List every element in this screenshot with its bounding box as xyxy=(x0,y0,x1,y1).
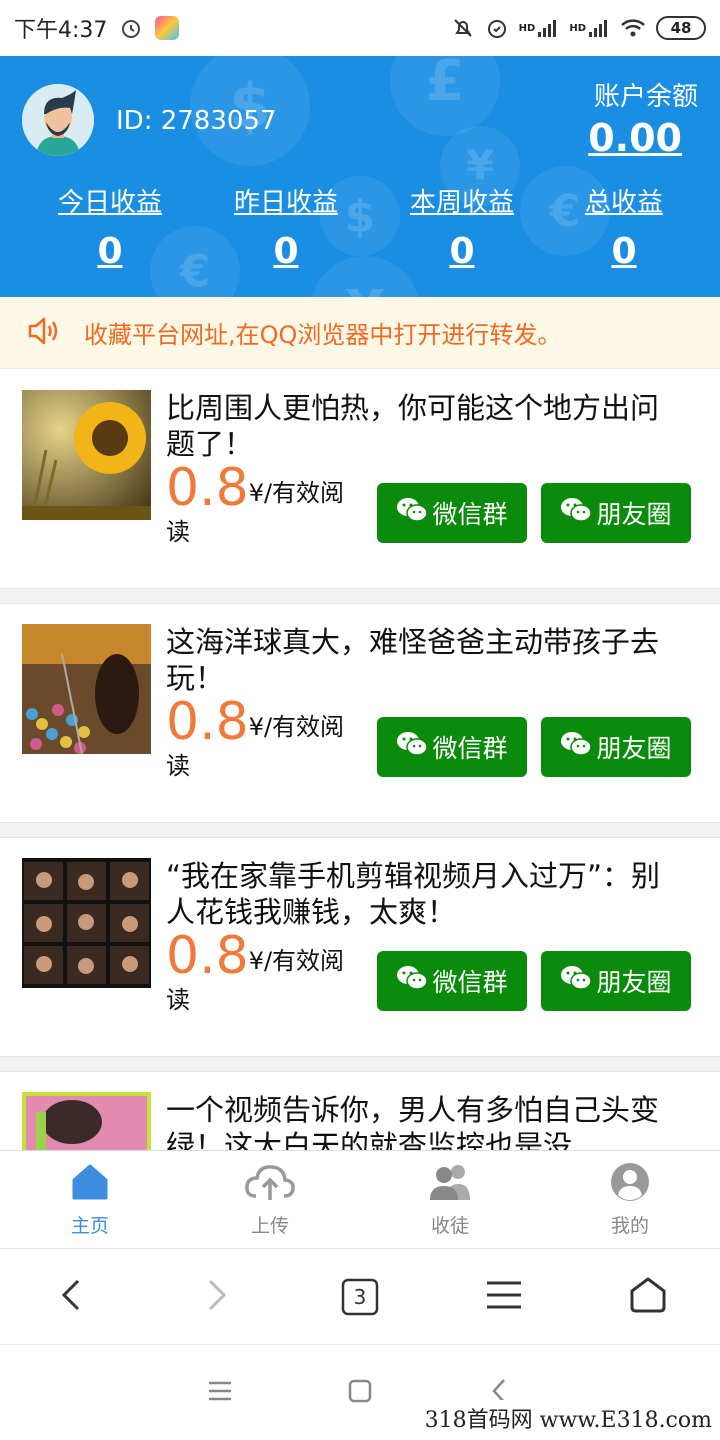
share-moments-button[interactable]: 朋友圈 xyxy=(541,951,691,1011)
share-wechat-group-button[interactable]: 微信群 xyxy=(377,483,527,543)
article-title[interactable]: 这海洋球真大，难怪爸爸主动带孩子去玩！ xyxy=(166,624,686,696)
tab-label: 主页 xyxy=(70,1214,109,1237)
stat-value: 0 xyxy=(449,231,475,272)
wechat-icon xyxy=(396,496,429,530)
tab-label: 收徒 xyxy=(430,1214,469,1237)
share-wechat-group-button[interactable]: 微信群 xyxy=(377,951,527,1011)
balance-value[interactable]: 0.00 xyxy=(588,116,682,160)
share-moments-button[interactable]: 朋友圈 xyxy=(541,717,691,777)
stat-value: 0 xyxy=(97,231,123,272)
bottom-tab-bar: 主页 上传 收徒 我的 xyxy=(0,1150,720,1248)
article-thumbnail[interactable] xyxy=(22,624,151,754)
wechat-icon xyxy=(396,730,429,764)
user-id: ID: 2783057 xyxy=(116,106,277,136)
button-label: 朋友圈 xyxy=(596,500,672,529)
account-header: $ £ ¥ € € $ ¥ ID: 2783057 账户余额 0.00 今日收益… xyxy=(0,56,720,297)
recents-icon[interactable] xyxy=(205,1376,235,1410)
home-icon xyxy=(70,1162,110,1207)
tab-home[interactable]: 主页 xyxy=(0,1151,180,1248)
tabs-count: 3 xyxy=(353,1284,367,1309)
balance-label: 账户余额 xyxy=(593,82,698,112)
tab-mine[interactable]: 我的 xyxy=(540,1151,720,1248)
notice-bar: 收藏平台网址,在QQ浏览器中打开进行转发。 xyxy=(0,297,720,369)
tab-apprentice[interactable]: 收徒 xyxy=(360,1151,540,1248)
article-price: 0.8¥/有效阅读 xyxy=(166,696,366,784)
stat-week[interactable]: 本周收益 0 xyxy=(382,182,542,272)
tab-label: 我的 xyxy=(610,1214,649,1237)
home-nav-icon[interactable] xyxy=(345,1376,375,1410)
tab-upload[interactable]: 上传 xyxy=(180,1151,360,1248)
users-icon xyxy=(428,1162,472,1207)
battery-icon: 48 xyxy=(656,16,706,40)
button-label: 微信群 xyxy=(432,500,508,529)
button-label: 微信群 xyxy=(432,968,508,997)
button-label: 朋友圈 xyxy=(596,968,672,997)
app-notification-icon xyxy=(155,16,180,40)
coin-decoration: £ xyxy=(390,56,500,136)
article-title[interactable]: 比周围人更怕热，你可能这个地方出问题了！ xyxy=(166,390,686,462)
wechat-icon xyxy=(560,730,593,764)
share-moments-button[interactable]: 朋友圈 xyxy=(541,483,691,543)
button-label: 微信群 xyxy=(432,734,508,763)
tab-label: 上传 xyxy=(250,1214,289,1237)
article-title[interactable]: “我在家靠手机剪辑视频月入过万”：别人花钱我赚钱，太爽！ xyxy=(166,858,686,930)
article-price: 0.8¥/有效阅读 xyxy=(166,462,366,550)
article-card[interactable]: 比周围人更怕热，你可能这个地方出问题了！ 0.8¥/有效阅读 微信群 朋友圈 xyxy=(0,370,720,588)
article-price: 0.8¥/有效阅读 xyxy=(166,930,366,1018)
stat-yesterday[interactable]: 昨日收益 0 xyxy=(206,182,366,272)
browser-toolbar: 3 xyxy=(0,1248,720,1344)
menu-icon[interactable] xyxy=(484,1275,524,1319)
wechat-icon xyxy=(396,964,429,998)
status-bar: 下午4:37 HD HD 48 xyxy=(0,0,720,56)
wifi-icon xyxy=(620,17,646,39)
divider xyxy=(0,822,720,838)
stat-label: 今日收益 xyxy=(57,188,162,218)
price-value: 0.8 xyxy=(166,458,249,518)
stat-today[interactable]: 今日收益 0 xyxy=(30,182,190,272)
article-card[interactable]: “我在家靠手机剪辑视频月入过万”：别人花钱我赚钱，太爽！ 0.8¥/有效阅读 微… xyxy=(0,838,720,1056)
signal-icon-2: HD xyxy=(569,18,610,38)
price-value: 0.8 xyxy=(166,926,249,986)
article-card[interactable]: 这海洋球真大，难怪爸爸主动带孩子去玩！ 0.8¥/有效阅读 微信群 朋友圈 xyxy=(0,604,720,822)
stat-value: 0 xyxy=(611,231,637,272)
article-thumbnail[interactable] xyxy=(22,858,151,988)
divider xyxy=(0,1056,720,1072)
divider xyxy=(0,588,720,604)
signal-icon: HD xyxy=(519,18,560,38)
tabs-count-button[interactable]: 3 xyxy=(340,1277,380,1317)
price-value: 0.8 xyxy=(166,692,249,752)
wechat-icon xyxy=(560,496,593,530)
button-label: 朋友圈 xyxy=(596,734,672,763)
forward-icon[interactable] xyxy=(196,1275,236,1319)
watermark: 318首码网 www.E318.com xyxy=(420,1400,716,1436)
stat-value: 0 xyxy=(273,231,299,272)
stat-label: 总收益 xyxy=(584,188,663,218)
notice-text: 收藏平台网址,在QQ浏览器中打开进行转发。 xyxy=(84,321,562,349)
back-icon[interactable] xyxy=(52,1275,92,1319)
article-list: 比周围人更怕热，你可能这个地方出问题了！ 0.8¥/有效阅读 微信群 朋友圈 这… xyxy=(0,370,720,1272)
stat-total[interactable]: 总收益 0 xyxy=(544,182,704,272)
stat-label: 昨日收益 xyxy=(233,188,338,218)
user-icon xyxy=(610,1162,650,1207)
home-page-icon[interactable] xyxy=(628,1275,668,1319)
share-wechat-group-button[interactable]: 微信群 xyxy=(377,717,527,777)
stat-label: 本周收益 xyxy=(409,188,514,218)
speaker-icon xyxy=(26,316,62,350)
status-time: 下午4:37 xyxy=(14,18,108,43)
alarm-status-icon xyxy=(485,16,509,40)
mute-bell-icon xyxy=(451,16,475,40)
cloud-upload-icon xyxy=(244,1162,296,1207)
wechat-icon xyxy=(560,964,593,998)
alarm-icon xyxy=(119,16,143,40)
avatar[interactable] xyxy=(22,84,94,156)
article-thumbnail[interactable] xyxy=(22,390,151,520)
